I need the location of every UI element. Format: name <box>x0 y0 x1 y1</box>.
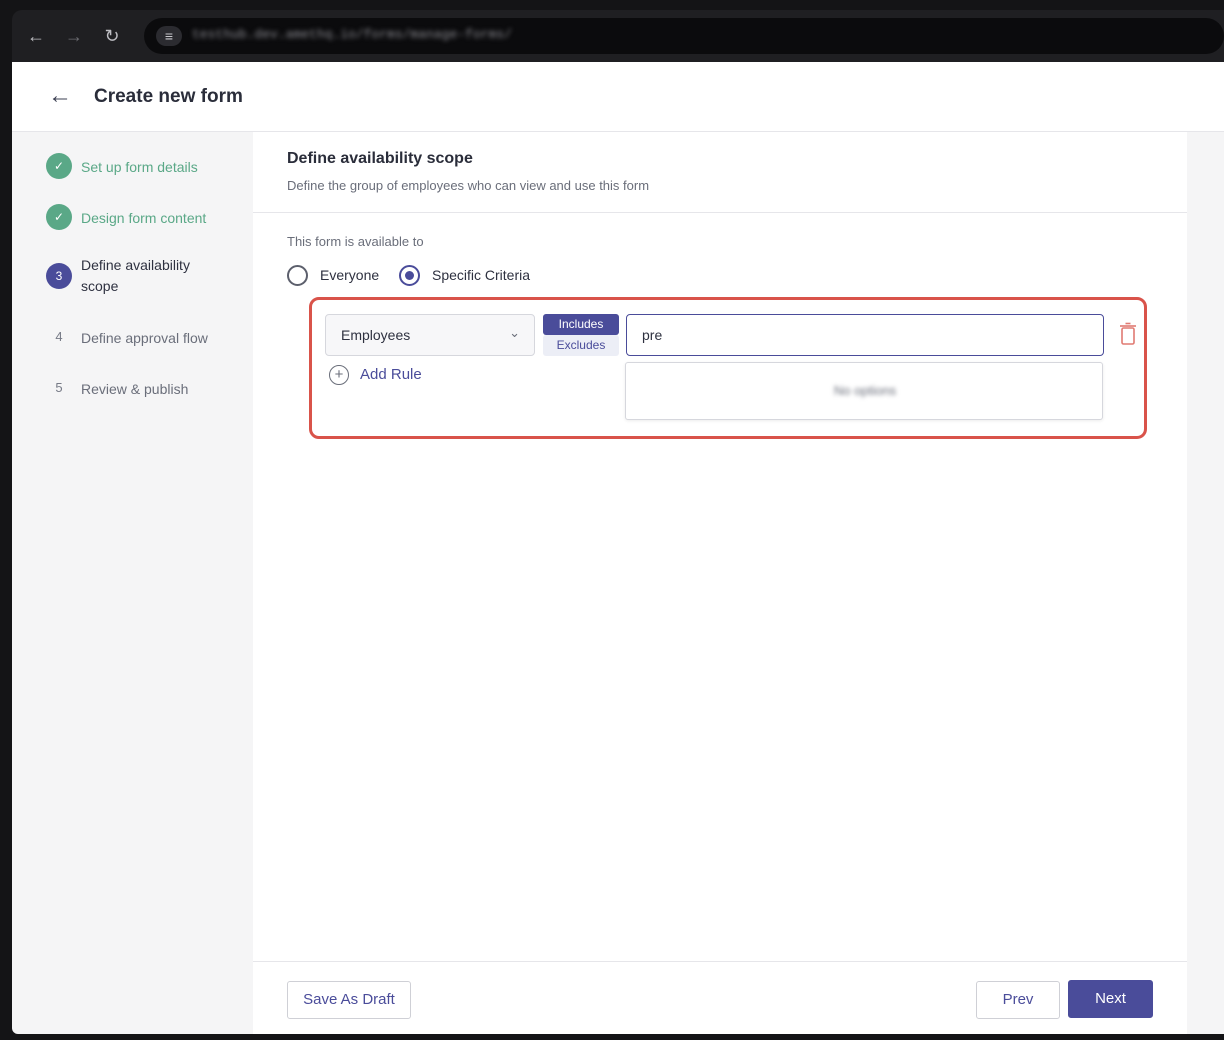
reload-icon[interactable]: ↻ <box>100 24 124 48</box>
autocomplete-dropdown: No options <box>625 362 1103 420</box>
step-label: Define availability scope <box>81 257 190 294</box>
browser-forward-icon[interactable]: → <box>62 24 86 48</box>
app-window: ← Create new form ✓ Set up form details … <box>12 62 1224 1034</box>
section-title: Define availability scope <box>287 150 473 167</box>
url-text: testhub.dev.amethq.io/forms/manage-forms… <box>192 27 512 42</box>
radio-button[interactable] <box>287 265 308 286</box>
step-number-badge: 3 <box>46 263 72 289</box>
radio-button[interactable] <box>399 265 420 286</box>
form-footer: Save As Draft Prev Next <box>253 961 1187 1034</box>
step-label: Define approval flow <box>81 330 208 346</box>
browser-back-icon[interactable]: ← <box>24 24 48 48</box>
chevron-down-icon: ⌄ <box>509 325 520 340</box>
rule-field-select[interactable]: Employees ⌄ <box>325 314 535 356</box>
prev-button[interactable]: Prev <box>976 981 1060 1019</box>
radio-label: Everyone <box>320 267 380 283</box>
page-title: Create new form <box>94 86 243 107</box>
step-number: 4 <box>55 329 63 344</box>
divider <box>253 212 1187 213</box>
save-as-draft-button[interactable]: Save As Draft <box>287 981 411 1019</box>
form-stepper: ✓ Set up form details ✓ Design form cont… <box>12 132 253 1034</box>
form-content-panel: Define availability scope Define the gro… <box>253 132 1187 1034</box>
check-icon: ✓ <box>46 153 72 179</box>
step-label: Design form content <box>81 210 207 226</box>
step-label: Review & publish <box>81 381 189 397</box>
includes-option[interactable]: Includes <box>543 314 619 335</box>
plus-circle-icon: + <box>329 365 349 385</box>
add-rule-label: Add Rule <box>360 366 422 383</box>
tune-icon[interactable]: ≡ <box>156 26 182 46</box>
dropdown-empty-text: No options <box>833 383 897 398</box>
availability-label: This form is available to <box>287 234 424 249</box>
radio-specific-criteria[interactable]: Specific Criteria <box>399 265 549 287</box>
include-exclude-toggle[interactable]: Includes Excludes <box>543 314 619 356</box>
back-arrow-icon[interactable]: ← <box>46 82 74 110</box>
step-review-publish[interactable]: 5 Review & publish <box>46 375 246 401</box>
step-set-up-form-details[interactable]: ✓ Set up form details <box>46 153 246 179</box>
check-icon: ✓ <box>46 204 72 230</box>
add-rule-button[interactable]: + Add Rule <box>329 364 439 388</box>
next-button[interactable]: Next <box>1068 980 1153 1018</box>
step-number: 5 <box>55 380 63 395</box>
radio-everyone[interactable]: Everyone <box>287 265 387 287</box>
rule-value-input[interactable] <box>626 314 1104 356</box>
page-header: ← Create new form <box>12 62 1224 132</box>
address-bar[interactable]: ≡ testhub.dev.amethq.io/forms/manage-for… <box>144 18 1224 54</box>
step-define-availability-scope[interactable]: 3 Define availability scope <box>46 257 246 309</box>
step-label: Set up form details <box>81 159 198 175</box>
excludes-option[interactable]: Excludes <box>543 335 619 356</box>
section-subtitle: Define the group of employees who can vi… <box>287 178 650 193</box>
select-value: Employees <box>341 327 411 343</box>
browser-toolbar: ← → ↻ ≡ testhub.dev.amethq.io/forms/mana… <box>12 10 1224 62</box>
step-define-approval-flow[interactable]: 4 Define approval flow <box>46 324 246 350</box>
radio-label: Specific Criteria <box>432 267 531 283</box>
trash-icon[interactable] <box>1119 322 1137 346</box>
step-design-form-content[interactable]: ✓ Design form content <box>46 204 246 230</box>
